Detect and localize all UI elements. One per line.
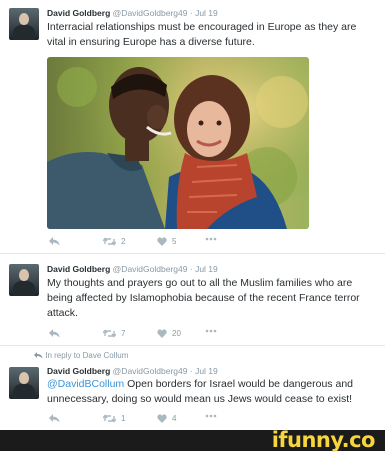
- reply-icon: [49, 329, 60, 338]
- tweet-header: David Goldberg @DavidGoldberg49 · Jul 19: [47, 366, 218, 376]
- avatar-suit: [13, 384, 35, 399]
- tweet-header: David Goldberg @DavidGoldberg49 · Jul 19: [47, 264, 218, 274]
- tweet-3: In reply to Dave Collum David Goldberg @…: [0, 346, 385, 430]
- avatar-suit: [13, 281, 35, 296]
- retweet-button[interactable]: 1: [103, 414, 125, 423]
- retweet-count: 1: [121, 414, 126, 423]
- couple-photo-illustration: [47, 57, 309, 229]
- tweet-date[interactable]: Jul 19: [195, 264, 218, 274]
- tweet-2: David Goldberg @DavidGoldberg49 · Jul 19…: [0, 254, 385, 344]
- like-button[interactable]: 4: [157, 414, 176, 423]
- avatar-head: [19, 372, 29, 384]
- author-handle[interactable]: @DavidGoldberg49: [113, 8, 188, 18]
- retweet-button[interactable]: 2: [103, 237, 125, 246]
- reply-button[interactable]: [49, 414, 60, 423]
- heart-icon: [157, 329, 167, 338]
- retweet-count: 2: [121, 237, 126, 246]
- tweet-date[interactable]: Jul 19: [195, 8, 218, 18]
- reply-icon: [49, 414, 60, 423]
- heart-icon: [157, 237, 167, 246]
- more-icon: [205, 329, 217, 333]
- tweet-text: Interracial relationships must be encour…: [47, 21, 357, 48]
- reply-context[interactable]: In reply to Dave Collum: [34, 351, 128, 360]
- author-handle[interactable]: @DavidGoldberg49: [113, 366, 188, 376]
- like-button[interactable]: 20: [157, 329, 181, 338]
- ifunny-watermark: ifunny.co: [271, 428, 376, 452]
- reply-button[interactable]: [49, 237, 60, 246]
- avatar[interactable]: [9, 8, 39, 40]
- avatar-suit: [13, 25, 35, 40]
- tweet-photo[interactable]: [47, 57, 309, 229]
- retweet-count: 7: [121, 329, 126, 338]
- tweet-text: My thoughts and prayers go out to all th…: [47, 277, 360, 319]
- more-button[interactable]: [205, 414, 217, 418]
- reply-icon: [49, 237, 60, 246]
- author-name[interactable]: David Goldberg: [47, 264, 110, 274]
- avatar-head: [19, 269, 29, 281]
- reply-button[interactable]: [49, 329, 60, 338]
- tweet-header: David Goldberg @DavidGoldberg49 · Jul 19: [47, 8, 218, 18]
- author-handle[interactable]: @DavidGoldberg49: [113, 264, 188, 274]
- tweet-1: David Goldberg @DavidGoldberg49 · Jul 19…: [0, 0, 385, 246]
- reply-to-text: In reply to Dave Collum: [45, 351, 129, 360]
- like-count: 4: [172, 414, 177, 423]
- like-count: 5: [172, 237, 177, 246]
- avatar-head: [19, 13, 29, 25]
- tweet-date[interactable]: Jul 19: [195, 366, 218, 376]
- avatar[interactable]: [9, 264, 39, 296]
- retweet-icon: [103, 329, 116, 338]
- retweet-button[interactable]: 7: [103, 329, 125, 338]
- tweet-text: @DavidBCollum Open borders for Israel wo…: [47, 377, 377, 407]
- more-button[interactable]: [205, 329, 217, 333]
- retweet-icon: [103, 237, 116, 246]
- reply-arrow-icon: [34, 352, 43, 359]
- retweet-icon: [103, 414, 116, 423]
- more-button[interactable]: [205, 237, 217, 241]
- more-icon: [205, 237, 217, 241]
- heart-icon: [157, 414, 167, 423]
- avatar[interactable]: [9, 367, 39, 399]
- author-name[interactable]: David Goldberg: [47, 366, 110, 376]
- mention-link[interactable]: @DavidBCollum: [47, 378, 124, 390]
- watermark-bar: ifunny.co: [0, 428, 385, 452]
- like-count: 20: [172, 329, 181, 338]
- like-button[interactable]: 5: [157, 237, 176, 246]
- more-icon: [205, 414, 217, 418]
- author-name[interactable]: David Goldberg: [47, 8, 110, 18]
